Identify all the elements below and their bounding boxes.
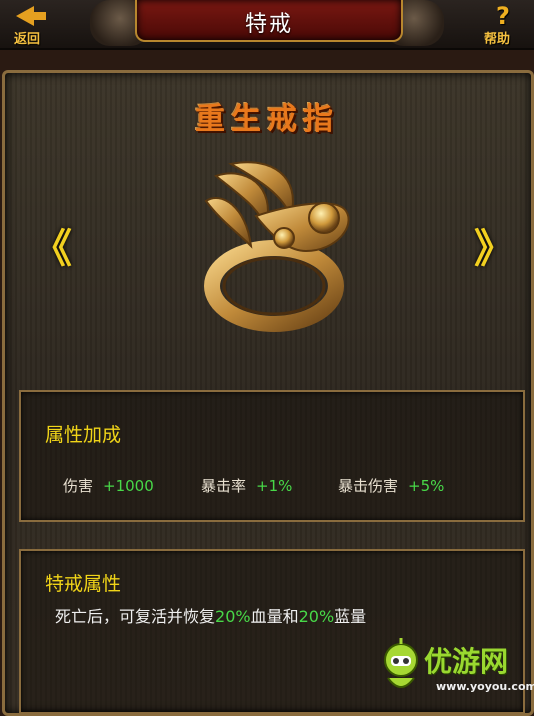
ring-icon[interactable] <box>196 156 366 336</box>
desc-mp-percent: 20% <box>298 607 335 626</box>
next-ring-arrow-icon[interactable]: 》 <box>474 216 514 274</box>
desc-hp-percent: 20% <box>215 607 251 626</box>
site-watermark: 优游网 www.yoyou.com <box>376 634 534 710</box>
stat-label: 伤害 <box>63 477 94 495</box>
desc-text: 蓝量 <box>334 607 367 626</box>
stat-crit-rate: 暴击率 +1% <box>201 475 292 496</box>
back-label: 返回 <box>14 32 41 47</box>
prev-ring-arrow-icon[interactable]: 《 <box>32 216 72 274</box>
watermark-text: 优游网 <box>424 645 509 678</box>
top-bar: 特戒 返回 ? 帮助 <box>0 0 534 50</box>
back-arrow-tail <box>32 12 46 20</box>
help-button[interactable]: ? 帮助 <box>480 2 530 47</box>
desc-text: 血量和 <box>250 607 299 626</box>
special-attribute-description: 死亡后，可复活并恢复20%血量和20%蓝量 <box>55 603 366 627</box>
stat-label: 暴击伤害 <box>338 477 399 495</box>
stat-damage: 伤害 +1000 <box>63 475 154 496</box>
back-button[interactable]: 返回 <box>6 2 58 47</box>
help-question-icon: ? <box>496 2 510 30</box>
attribute-bonus-title: 属性加成 <box>45 424 122 446</box>
stat-value: +1% <box>256 477 293 495</box>
help-label: 帮助 <box>484 32 511 47</box>
watermark-url: www.yoyou.com <box>436 680 534 693</box>
stat-value: +5% <box>408 477 445 495</box>
desc-text: 死亡后，可复活并恢复 <box>55 607 216 626</box>
page-title: 特戒 <box>244 12 293 37</box>
title-plate: 特戒 <box>135 0 403 42</box>
ring-name: 重生戒指 <box>195 102 339 137</box>
mascot-logo-icon <box>384 638 418 688</box>
special-attribute-title: 特戒属性 <box>45 573 122 595</box>
attribute-bonus-panel: 属性加成 伤害 +1000 暴击率 +1% 暴击伤害 +5% <box>19 390 525 522</box>
stat-label: 暴击率 <box>201 477 247 495</box>
stat-crit-damage: 暴击伤害 +5% <box>338 475 444 496</box>
stat-value: +1000 <box>103 477 154 495</box>
